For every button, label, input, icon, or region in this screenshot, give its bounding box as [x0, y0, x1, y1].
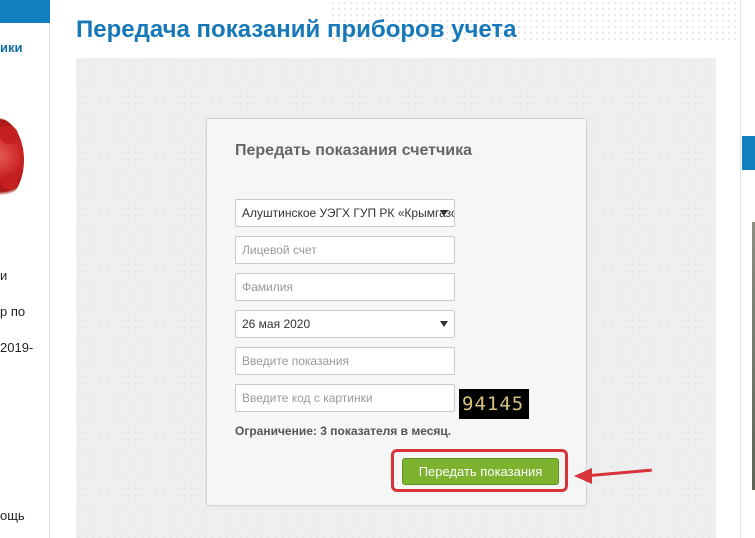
form-title: Передать показания счетчика: [235, 142, 473, 159]
surname-placeholder: Фамилия: [242, 280, 293, 294]
left-sidebar-item[interactable]: р по: [0, 304, 25, 319]
reading-input[interactable]: Введите показания: [235, 347, 455, 375]
reading-placeholder: Введите показания: [242, 354, 349, 368]
meter-reading-form: Передать показания счетчика Алуштинское …: [206, 118, 587, 506]
virus-image: [0, 118, 24, 202]
left-sidebar-topbar: [0, 0, 50, 23]
dropdown-caret-icon: [440, 321, 448, 327]
date-select[interactable]: 26 мая 2020: [235, 310, 455, 338]
left-sidebar: ики и р по 2019- ощь: [0, 0, 50, 538]
right-sidebar-topbar: [742, 136, 755, 170]
arrow-annotation-head: [574, 468, 592, 484]
dropdown-caret-icon: [440, 210, 448, 216]
organization-select-value: Алуштинское УЭГХ ГУП РК «Крымгазсети»: [242, 206, 454, 220]
date-select-value: 26 мая 2020: [242, 317, 311, 331]
surname-input[interactable]: Фамилия: [235, 273, 455, 301]
left-sidebar-item[interactable]: 2019-: [0, 340, 33, 355]
limit-note: Ограничение: 3 показателя в месяц.: [235, 424, 452, 438]
left-sidebar-item[interactable]: ощь: [0, 508, 25, 523]
captcha-image: 94145: [459, 389, 529, 419]
left-sidebar-item[interactable]: и: [0, 268, 7, 283]
page-title: Передача показаний приборов учета: [76, 16, 517, 43]
left-sidebar-heading[interactable]: ики: [0, 40, 23, 55]
account-number-placeholder: Лицевой счет: [242, 243, 317, 257]
highlight-annotation: [391, 449, 568, 492]
captcha-input[interactable]: Введите код с картинки: [235, 384, 455, 412]
account-number-input[interactable]: Лицевой счет: [235, 236, 455, 264]
captcha-placeholder: Введите код с картинки: [242, 391, 373, 405]
organization-select[interactable]: Алуштинское УЭГХ ГУП РК «Крымгазсети»: [235, 199, 455, 227]
